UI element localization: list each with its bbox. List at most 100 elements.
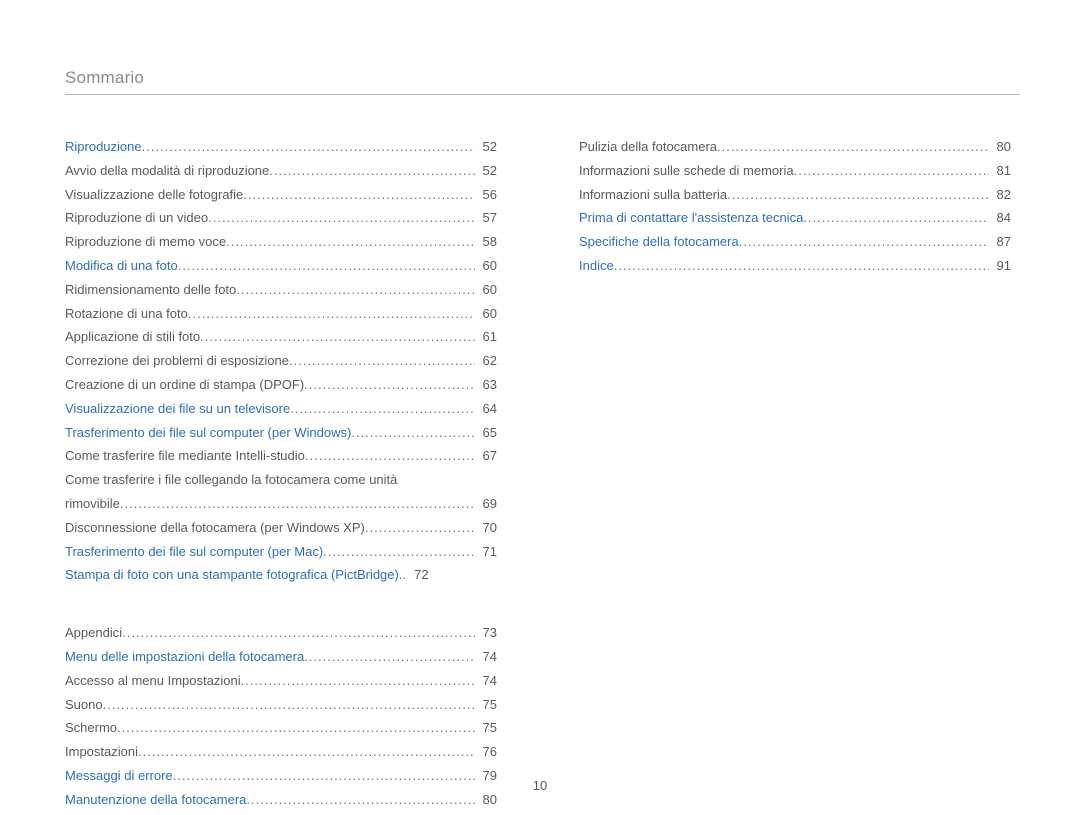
- toc-entry[interactable]: Informazioni sulla batteria 82: [579, 185, 1011, 206]
- toc-entry[interactable]: Disconnessione della fotocamera (per Win…: [65, 518, 497, 539]
- toc-label: Riproduzione di un video: [65, 208, 208, 229]
- toc-page: 56: [475, 185, 497, 206]
- toc-entry[interactable]: Riproduzione di un video 57: [65, 208, 497, 229]
- toc-label: Ridimensionamento delle foto: [65, 280, 236, 301]
- toc-leader: [614, 256, 989, 277]
- toc-entry[interactable]: Riproduzione52: [65, 137, 497, 158]
- toc-label: Rotazione di una foto: [65, 304, 188, 325]
- toc-label: Impostazioni: [65, 742, 138, 763]
- toc-leader: [226, 232, 474, 253]
- toc-label: Applicazione di stili foto: [65, 327, 200, 348]
- toc-page: 57: [475, 208, 497, 229]
- toc-leader: [117, 718, 475, 739]
- toc-page: 71: [475, 542, 497, 563]
- toc-entry[interactable]: Indice91: [579, 256, 1011, 277]
- toc-entry[interactable]: Informazioni sulle schede di memoria81: [579, 161, 1011, 182]
- toc-leader: [727, 185, 988, 206]
- toc-entry[interactable]: Pulizia della fotocamera80: [579, 137, 1011, 158]
- toc-leader: [243, 185, 474, 206]
- toc-entry[interactable]: rimovibile 69: [65, 494, 497, 515]
- toc-entry[interactable]: Prima di contattare l'assistenza tecnica…: [579, 208, 1011, 229]
- toc-leader: [305, 446, 475, 467]
- toc-entry[interactable]: Come trasferire i file collegando la fot…: [65, 470, 497, 491]
- toc-entry[interactable]: Visualizzazione dei file su un televisor…: [65, 399, 497, 420]
- toc-entry[interactable]: Menu delle impostazioni della fotocamera…: [65, 647, 497, 668]
- toc-leader: [290, 399, 474, 420]
- toc-page: 87: [989, 232, 1011, 253]
- toc-page: 73: [475, 623, 497, 644]
- toc-leader: [103, 695, 475, 716]
- toc-label: Stampa di foto con una stampante fotogra…: [65, 565, 399, 586]
- toc-leader: [717, 137, 989, 158]
- toc-entry[interactable]: Stampa di foto con una stampante fotogra…: [65, 565, 497, 586]
- toc-page: 52: [475, 137, 497, 158]
- toc-entry[interactable]: Applicazione di stili foto 61: [65, 327, 497, 348]
- toc-page: 61: [475, 327, 497, 348]
- toc-label: Disconnessione della fotocamera (per Win…: [65, 518, 365, 539]
- toc-page: 60: [475, 280, 497, 301]
- toc-page: 67: [475, 446, 497, 467]
- toc-entry[interactable]: Creazione di un ordine di stampa (DPOF)6…: [65, 375, 497, 396]
- toc-leader: [304, 375, 474, 396]
- toc-page: 91: [989, 256, 1011, 277]
- toc-label: Appendici: [65, 623, 122, 644]
- toc-entry[interactable]: Trasferimento dei file sul computer (per…: [65, 542, 497, 563]
- toc-entry[interactable]: Impostazioni 76: [65, 742, 497, 763]
- toc-entry[interactable]: Ridimensionamento delle foto 60: [65, 280, 497, 301]
- toc-page: 52: [475, 161, 497, 182]
- toc-column-right: Pulizia della fotocamera80 Informazioni s…: [579, 137, 1011, 814]
- toc-page: 72: [406, 565, 428, 586]
- toc-label: rimovibile: [65, 494, 120, 515]
- toc-leader: [178, 256, 475, 277]
- toc-label: Schermo: [65, 718, 117, 739]
- toc-entry[interactable]: Rotazione di una foto 60: [65, 304, 497, 325]
- toc-entry[interactable]: Riproduzione di memo voce58: [65, 232, 497, 253]
- toc-leader: [142, 137, 475, 158]
- toc-entry[interactable]: Avvio della modalità di riproduzione 52: [65, 161, 497, 182]
- toc-entry[interactable]: Suono75: [65, 695, 497, 716]
- toc-label: Visualizzazione dei file su un televisor…: [65, 399, 290, 420]
- toc-entry[interactable]: Visualizzazione delle fotografie 56: [65, 185, 497, 206]
- toc-page: 60: [475, 304, 497, 325]
- toc-page: 74: [475, 647, 497, 668]
- toc-leader: [323, 542, 474, 563]
- toc-entry[interactable]: Trasferimento dei file sul computer (per…: [65, 423, 497, 444]
- toc-leader: [208, 208, 474, 229]
- toc-label: Menu delle impostazioni della fotocamera: [65, 647, 304, 668]
- toc-label: Avvio della modalità di riproduzione: [65, 161, 269, 182]
- toc-page: 69: [475, 494, 497, 515]
- toc-spacer: [65, 589, 497, 623]
- toc-leader: [236, 280, 474, 301]
- toc-page: 75: [475, 718, 497, 739]
- toc-label: Modifica di una foto: [65, 256, 178, 277]
- toc-page: 76: [475, 742, 497, 763]
- toc-page: 58: [475, 232, 497, 253]
- toc-page: 65: [475, 423, 497, 444]
- toc-label: Visualizzazione delle fotografie: [65, 185, 243, 206]
- toc-leader: [122, 623, 474, 644]
- toc-column-left: Riproduzione52 Avvio della modalità di ri…: [65, 137, 497, 814]
- toc-entry[interactable]: Schermo 75: [65, 718, 497, 739]
- toc-entry[interactable]: Correzione dei problemi di esposizione62: [65, 351, 497, 372]
- toc-leader: [803, 208, 988, 229]
- toc-leader: [200, 327, 474, 348]
- toc-page: 60: [475, 256, 497, 277]
- toc-page: 82: [989, 185, 1011, 206]
- toc-leader: [304, 647, 474, 668]
- toc-label: Accesso al menu Impostazioni: [65, 671, 241, 692]
- toc-entry[interactable]: Accesso al menu Impostazioni 74: [65, 671, 497, 692]
- toc-entry[interactable]: Appendici 73: [65, 623, 497, 644]
- toc-page: 80: [989, 137, 1011, 158]
- toc-leader: [269, 161, 474, 182]
- toc-entry[interactable]: Specifiche della fotocamera87: [579, 232, 1011, 253]
- toc-label: Creazione di un ordine di stampa (DPOF): [65, 375, 304, 396]
- toc-page: 75: [475, 695, 497, 716]
- toc-entry[interactable]: Modifica di una foto 60: [65, 256, 497, 277]
- toc-leader: [120, 494, 475, 515]
- toc-page: 74: [475, 671, 497, 692]
- page-number: 10: [0, 778, 1080, 793]
- toc-label: Informazioni sulla batteria: [579, 185, 727, 206]
- toc-entry[interactable]: Come trasferire file mediante Intelli-st…: [65, 446, 497, 467]
- toc-label: Trasferimento dei file sul computer (per…: [65, 542, 323, 563]
- toc-leader: ..: [399, 565, 406, 586]
